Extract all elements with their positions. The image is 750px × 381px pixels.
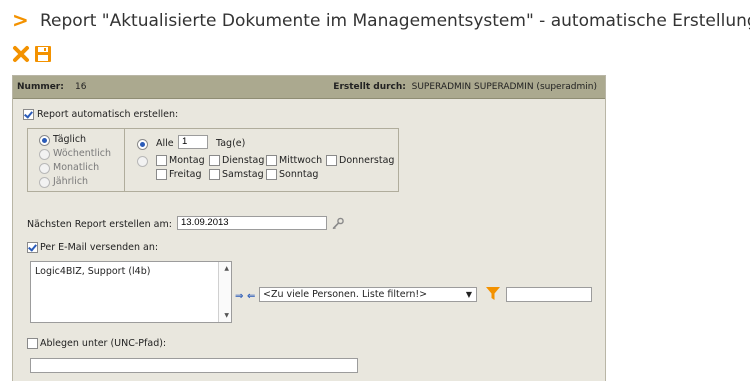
date-picker-icon[interactable] — [331, 217, 345, 231]
day-checkbox-thursday[interactable] — [326, 155, 337, 166]
day-label-wednesday: Mittwoch — [279, 155, 323, 166]
next-report-date-input[interactable] — [177, 216, 327, 230]
unc-path-input[interactable] — [30, 358, 358, 373]
day-checkbox-tuesday[interactable] — [209, 155, 220, 166]
add-recipient-arrow-icon[interactable]: ⇒ — [235, 291, 243, 302]
interval-radio-weekdays[interactable] — [137, 156, 148, 167]
interval-unit-label: Tag(e) — [216, 138, 246, 149]
day-label-sunday: Sonntag — [279, 169, 319, 180]
created-by-value: SUPERADMIN SUPERADMIN (superadmin) — [411, 82, 597, 92]
created-by-label: Erstellt durch: — [333, 82, 406, 92]
frequency-box: Täglich Wöchentlich Monatlich Jährlich A… — [27, 128, 399, 192]
unc-checkbox[interactable] — [27, 338, 38, 349]
day-label-thursday: Donnerstag — [339, 155, 395, 166]
frequency-label-daily: Täglich — [53, 134, 87, 145]
day-checkbox-sunday[interactable] — [266, 169, 277, 180]
filter-icon[interactable] — [485, 286, 501, 302]
frequency-label-weekly: Wöchentlich — [53, 148, 112, 159]
auto-create-label: Report automatisch erstellen: — [37, 109, 179, 120]
auto-create-checkbox[interactable] — [23, 109, 34, 120]
next-report-label: Nächsten Report erstellen am: — [27, 219, 172, 230]
email-label: Per E-Mail versenden an: — [40, 242, 159, 253]
frequency-radio-yearly[interactable] — [39, 177, 50, 188]
frequency-label-monthly: Monatlich — [53, 162, 100, 173]
day-label-saturday: Samstag — [222, 169, 264, 180]
frequency-label-yearly: Jährlich — [53, 176, 89, 187]
interval-every-input[interactable] — [178, 135, 208, 149]
unc-label: Ablegen unter (UNC-Pfad): — [40, 338, 167, 349]
remove-recipient-arrow-icon[interactable]: ⇐ — [247, 291, 255, 302]
recipient-list[interactable]: Logic4BIZ, Support (l4b) ▲ ▼ — [30, 261, 232, 323]
recipient-list-scrollbar[interactable]: ▲ ▼ — [218, 262, 231, 322]
filter-input[interactable] — [506, 287, 592, 302]
frequency-radio-daily[interactable] — [39, 135, 50, 146]
day-checkbox-wednesday[interactable] — [266, 155, 277, 166]
created-by: Erstellt durch: SUPERADMIN SUPERADMIN (s… — [333, 82, 597, 92]
save-icon[interactable] — [34, 45, 52, 63]
recipient-item[interactable]: Logic4BIZ, Support (l4b) — [35, 266, 150, 277]
number-value: 16 — [75, 82, 87, 92]
frequency-divider — [124, 129, 125, 191]
title-bar: > Report "Aktualisierte Dokumente im Man… — [0, 0, 750, 40]
title-marker: > — [12, 8, 29, 32]
day-label-tuesday: Dienstag — [222, 155, 265, 166]
number-label: Nummer: — [17, 82, 64, 92]
day-label-monday: Montag — [169, 155, 205, 166]
chevron-down-icon: ▼ — [465, 290, 472, 299]
scroll-down-icon[interactable]: ▼ — [224, 312, 229, 319]
report-settings-panel: Nummer: 16 Erstellt durch: SUPERADMIN SU… — [12, 75, 606, 381]
day-label-friday: Freitag — [169, 169, 202, 180]
scroll-up-icon[interactable]: ▲ — [224, 265, 229, 272]
panel-header: Nummer: 16 Erstellt durch: SUPERADMIN SU… — [13, 76, 605, 99]
day-checkbox-saturday[interactable] — [209, 169, 220, 180]
page-title: Report "Aktualisierte Dokumente im Manag… — [40, 11, 750, 31]
person-select-value: <Zu viele Personen. Liste filtern!> — [263, 289, 428, 300]
interval-radio-every[interactable] — [137, 139, 148, 150]
email-checkbox[interactable] — [27, 242, 38, 253]
frequency-radio-weekly[interactable] — [39, 149, 50, 160]
interval-every-label: Alle — [156, 138, 174, 149]
person-select[interactable]: <Zu viele Personen. Liste filtern!> ▼ — [259, 287, 477, 302]
day-checkbox-friday[interactable] — [156, 169, 167, 180]
cancel-icon[interactable] — [12, 45, 30, 63]
day-checkbox-monday[interactable] — [156, 155, 167, 166]
frequency-radio-monthly[interactable] — [39, 163, 50, 174]
